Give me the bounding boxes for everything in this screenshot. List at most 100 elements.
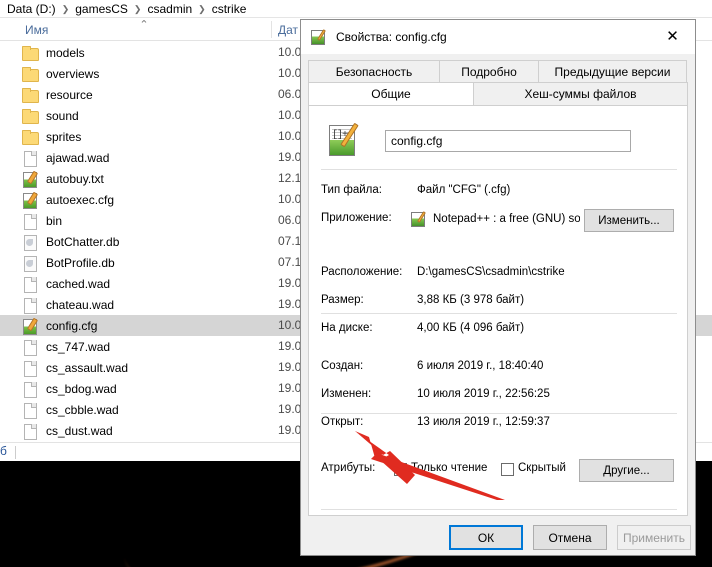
folder-icon — [22, 66, 39, 82]
tab-security[interactable]: Безопасность — [308, 60, 440, 83]
column-divider[interactable] — [271, 21, 272, 38]
file-name: cs_bdog.wad — [46, 381, 117, 396]
file-date: 19.0 — [278, 402, 302, 416]
column-header-date[interactable]: Дат — [278, 23, 298, 37]
dialog-button-bar: ОК Отмена Применить — [301, 525, 695, 556]
size-label: Размер: — [321, 294, 364, 306]
readonly-label[interactable]: Только чтение — [411, 462, 487, 474]
tab-row-bottom: Общие Хеш-суммы файлов — [308, 82, 688, 105]
status-divider — [15, 446, 16, 459]
folder-icon — [22, 129, 39, 145]
document-icon — [22, 297, 38, 314]
size-on-disk-label: На диске: — [321, 322, 373, 334]
dialog-titlebar[interactable]: Свойства: config.cfg ✕ — [301, 20, 695, 54]
breadcrumb-separator-icon: ❯ — [198, 3, 206, 14]
folder-icon — [22, 87, 39, 103]
breadcrumb-item-drive[interactable]: Data (D:) — [7, 0, 56, 18]
file-name: bin — [46, 213, 63, 228]
created-label: Создан: — [321, 360, 364, 372]
file-date: 10.0 — [278, 66, 302, 80]
ok-button[interactable]: ОК — [449, 525, 523, 550]
divider — [321, 169, 677, 170]
tab-file-hashes[interactable]: Хеш-суммы файлов — [473, 82, 688, 105]
file-name: autobuy.txt — [46, 171, 104, 186]
file-name: autoexec.cfg — [46, 192, 115, 207]
file-date: 10.0 — [278, 129, 302, 143]
column-header-name[interactable]: Имя — [25, 23, 48, 37]
readonly-checkbox[interactable] — [394, 463, 407, 476]
property-row-size-on-disk: На диске: 4,00 КБ (4 096 байт) — [321, 322, 677, 340]
accessed-label: Открыт: — [321, 416, 364, 428]
file-date: 12.1 — [278, 171, 302, 185]
document-icon — [22, 360, 38, 377]
close-icon[interactable]: ✕ — [650, 20, 695, 53]
tab-panel-general: []++ Тип файла: Файл "CFG" (.cfg) Прилож… — [308, 105, 688, 516]
application-label: Приложение: — [321, 212, 392, 224]
breadcrumb-item-cstrike[interactable]: cstrike — [212, 0, 247, 18]
attributes-label: Атрибуты: — [321, 462, 376, 474]
tab-row-top: Безопасность Подробно Предыдущие версии — [308, 60, 688, 83]
document-icon — [22, 213, 38, 230]
document-icon — [22, 423, 38, 440]
hidden-checkbox[interactable] — [501, 463, 514, 476]
file-type-label: Тип файла: — [321, 184, 382, 196]
cancel-button[interactable]: Отмена — [533, 525, 607, 550]
notepad-plus-icon — [411, 211, 428, 228]
modified-label: Изменен: — [321, 388, 372, 400]
size-on-disk-value: 4,00 КБ (4 096 байт) — [417, 322, 525, 334]
file-date: 10.0 — [278, 318, 302, 332]
file-name: sprites — [46, 129, 82, 144]
tab-previous-versions[interactable]: Предыдущие версии — [538, 60, 687, 83]
breadcrumb-item-gamescs[interactable]: gamesCS — [75, 0, 128, 18]
filename-input[interactable] — [385, 130, 631, 152]
tab-details[interactable]: Подробно — [439, 60, 539, 83]
property-row-created: Создан: 6 июля 2019 г., 18:40:40 — [321, 360, 677, 378]
breadcrumb-item-csadmin[interactable]: csadmin — [147, 0, 192, 18]
tab-general[interactable]: Общие — [308, 82, 474, 105]
file-date: 10.0 — [278, 45, 302, 59]
file-date: 07.1 — [278, 255, 302, 269]
file-header: []++ — [321, 118, 677, 164]
file-name: cs_dust.wad — [46, 423, 113, 438]
dialog-title: Свойства: config.cfg — [336, 30, 447, 44]
location-label: Расположение: — [321, 266, 403, 278]
sort-ascending-icon: ⌃ — [139, 19, 149, 31]
file-name: sound — [46, 108, 79, 123]
accessed-value: 13 июля 2019 г., 12:59:37 — [417, 416, 550, 428]
folder-icon — [22, 108, 39, 124]
file-name: resource — [46, 87, 93, 102]
file-name: overviews — [46, 66, 100, 81]
file-name: ajawad.wad — [46, 150, 110, 165]
database-file-icon — [22, 234, 38, 251]
location-value: D:\gamesCS\csadmin\cstrike — [417, 266, 565, 278]
hidden-label[interactable]: Скрытый — [518, 462, 566, 474]
file-date: 19.0 — [278, 423, 302, 437]
notepad-plus-icon — [22, 171, 38, 188]
file-type-value: Файл "CFG" (.cfg) — [417, 184, 511, 196]
property-row-location: Расположение: D:\gamesCS\csadmin\cstrike — [321, 266, 677, 284]
change-application-button[interactable]: Изменить... — [584, 209, 674, 232]
file-date: 19.0 — [278, 276, 302, 290]
property-row-application: Приложение: Notepad++ : a free (GNU) sou… — [321, 209, 677, 232]
document-icon — [22, 150, 38, 167]
file-name: chateau.wad — [46, 297, 115, 312]
notepad-plus-icon — [22, 318, 38, 335]
apply-button: Применить — [617, 525, 691, 550]
advanced-attributes-button[interactable]: Другие... — [579, 459, 674, 482]
property-row-accessed: Открыт: 13 июля 2019 г., 12:59:37 — [321, 416, 677, 434]
file-date: 19.0 — [278, 360, 302, 374]
application-value: Notepad++ : a free (GNU) source c — [433, 213, 580, 225]
document-icon — [22, 381, 38, 398]
property-row-attributes: Атрибуты: Только чтение Скрытый Другие..… — [321, 459, 677, 482]
file-properties-dialog: Свойства: config.cfg ✕ Безопасность Подр… — [300, 19, 696, 556]
breadcrumb-separator-icon: ❯ — [133, 3, 142, 14]
modified-value: 10 июля 2019 г., 22:56:25 — [417, 388, 550, 400]
divider — [321, 509, 677, 510]
breadcrumb-separator-icon: ❯ — [61, 3, 70, 14]
folder-icon — [22, 45, 39, 61]
file-name: BotChatter.db — [46, 234, 120, 249]
file-name: cs_cbble.wad — [46, 402, 119, 417]
size-value: 3,88 КБ (3 978 байт) — [417, 294, 525, 306]
breadcrumb[interactable]: Data (D:) ❯ gamesCS ❯ csadmin ❯ cstrike — [0, 0, 712, 18]
file-name: BotProfile.db — [46, 255, 115, 270]
